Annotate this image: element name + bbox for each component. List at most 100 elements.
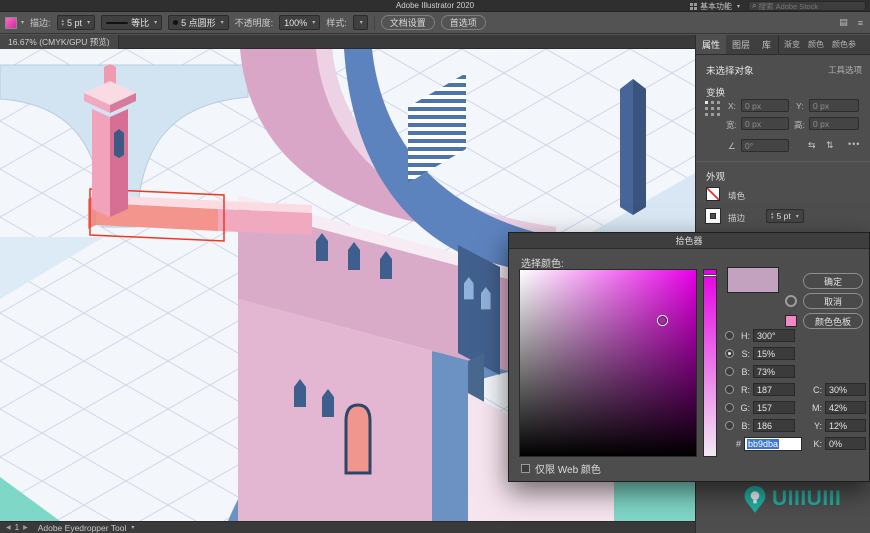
- flip-vertical-icon[interactable]: ⇅: [826, 140, 834, 151]
- web-colors-label: 仅限 Web 颜色: [535, 465, 601, 476]
- brush-dropdown[interactable]: 5 点圆形 ▾: [168, 15, 229, 30]
- tab-libraries[interactable]: 库: [756, 35, 777, 54]
- fill-swatch[interactable]: [706, 187, 720, 201]
- tab-properties[interactable]: 属性: [696, 35, 727, 54]
- r-radio[interactable]: [725, 385, 734, 394]
- color-slider[interactable]: [703, 269, 717, 457]
- width-label: 宽:: [726, 120, 737, 130]
- y-field[interactable]: 12%: [825, 419, 866, 432]
- workspace-switcher[interactable]: 基本功能 ▾: [689, 1, 740, 12]
- web-colors-checkbox-row[interactable]: 仅限 Web 颜色: [521, 461, 601, 476]
- illustrator-window: Adobe Illustrator 2020 基本功能 ▾ ⌕ ▾ 描边: ▴▾…: [0, 0, 870, 533]
- rotate-field[interactable]: 0°: [741, 139, 789, 152]
- tab-layers[interactable]: 图层: [726, 35, 756, 54]
- appearance-thumbnail[interactable]: ▾: [5, 16, 24, 29]
- h-label: H:: [741, 330, 750, 341]
- dialog-title-bar[interactable]: 拾色器: [509, 233, 869, 249]
- next-artboard-icon[interactable]: ▶: [23, 524, 28, 531]
- stroke-swatch-label: 描边: [728, 213, 746, 223]
- menu-icon[interactable]: ≡: [856, 18, 865, 28]
- s-label: S:: [741, 348, 750, 359]
- divider: [778, 35, 780, 54]
- s-field[interactable]: 15%: [753, 347, 795, 360]
- h-field[interactable]: 300°: [753, 329, 795, 342]
- stepper-arrows-icon[interactable]: ▴ ▾: [771, 212, 774, 221]
- ok-button[interactable]: 确定: [803, 273, 863, 289]
- stepper-arrows-icon[interactable]: ▴ ▾: [62, 18, 65, 27]
- flip-horizontal-icon[interactable]: ⇆: [808, 140, 816, 151]
- hex-value: bb9dba: [747, 439, 780, 449]
- stroke-label: 描边:: [30, 18, 51, 28]
- search-icon: ⌕: [752, 1, 757, 10]
- r-field[interactable]: 187: [753, 383, 795, 396]
- status-bar: ◀ 1 ▶ Adobe Eyedropper Tool ▾: [0, 521, 695, 533]
- g-field[interactable]: 157: [753, 401, 795, 414]
- color-field[interactable]: [519, 269, 697, 457]
- b2-field[interactable]: 186: [753, 419, 795, 432]
- stack-icon[interactable]: ▤: [837, 17, 850, 28]
- recent-color-swatch[interactable]: [785, 315, 797, 327]
- chevron-down-icon: ▾: [312, 20, 316, 26]
- k-field[interactable]: 0%: [825, 437, 866, 450]
- transform-section-title: 变换: [706, 88, 726, 99]
- divider: [373, 15, 375, 30]
- hex-field[interactable]: bb9dba: [744, 437, 802, 451]
- color-field-marker[interactable]: [658, 316, 667, 325]
- artboard-nav[interactable]: ◀ 1 ▶: [6, 523, 28, 532]
- b2-radio[interactable]: [725, 421, 734, 430]
- stroke-weight-value: 5 pt: [67, 17, 83, 28]
- stroke-swatch[interactable]: [706, 209, 720, 223]
- title-bar: Adobe Illustrator 2020 基本功能 ▾ ⌕: [0, 0, 870, 12]
- panel-tab-bar: 属性 图层 库 渐变 颜色 颜色参: [696, 35, 870, 55]
- slider-marker[interactable]: [703, 274, 717, 277]
- opacity-field[interactable]: 100% ▾: [279, 15, 321, 30]
- workspace-grid-icon: [689, 2, 697, 10]
- web-colors-checkbox[interactable]: [521, 464, 530, 473]
- divider: [696, 161, 870, 162]
- x-label: X:: [728, 101, 737, 111]
- b-radio[interactable]: [725, 367, 734, 376]
- s-radio[interactable]: [725, 349, 734, 358]
- k-label: K:: [813, 438, 822, 449]
- watermark: UIIIUIII: [742, 484, 841, 514]
- control-bar: ▾ 描边: ▴ ▾ 5 pt ▾ 等比 ▾ 5 点圆形 ▾ 不透明度: 100% …: [0, 12, 870, 34]
- h-radio[interactable]: [725, 331, 734, 340]
- watermark-bulb-icon: [744, 486, 766, 513]
- tool-options-label[interactable]: 工具选项: [828, 64, 862, 76]
- reference-point-locator[interactable]: [705, 101, 721, 117]
- c-field[interactable]: 30%: [825, 383, 866, 396]
- tab-color[interactable]: 颜色: [804, 35, 828, 54]
- more-options-icon[interactable]: •••: [848, 139, 860, 149]
- tab-color-guide[interactable]: 颜色参: [828, 35, 860, 54]
- m-field[interactable]: 42%: [825, 401, 866, 414]
- search-input[interactable]: [758, 1, 862, 11]
- width-field[interactable]: 0 px: [741, 117, 789, 130]
- y-label: Y:: [813, 420, 822, 431]
- preferences-button[interactable]: 首选项: [440, 15, 486, 30]
- x-field[interactable]: 0 px: [741, 99, 789, 112]
- document-tab[interactable]: 16.67% (CMYK/GPU 预览): [0, 34, 119, 49]
- color-swatches-button[interactable]: 颜色色板: [803, 313, 863, 329]
- status-tool-display[interactable]: Adobe Eyedropper Tool ▾: [38, 523, 135, 533]
- document-setup-button[interactable]: 文档设置: [380, 15, 435, 30]
- y-label: Y:: [796, 101, 804, 111]
- tab-gradient[interactable]: 渐变: [780, 35, 804, 54]
- r-label: R:: [741, 384, 750, 395]
- door: [344, 403, 372, 475]
- style-dropdown[interactable]: ▾: [352, 15, 368, 30]
- chevron-down-icon: ▾: [154, 20, 158, 26]
- y-field[interactable]: 0 px: [809, 99, 859, 112]
- brush-dot-icon: [173, 20, 179, 25]
- b-field[interactable]: 73%: [753, 365, 795, 378]
- stroke-weight-field[interactable]: ▴ ▾ 5 pt ▾: [56, 15, 96, 30]
- stock-search[interactable]: ⌕: [748, 1, 866, 11]
- color-wheel-icon[interactable]: [785, 295, 797, 307]
- stroke-weight-stepper[interactable]: ▴ ▾ 5 pt ▾: [766, 209, 804, 223]
- height-field[interactable]: 0 px: [809, 117, 859, 130]
- prev-artboard-icon[interactable]: ◀: [6, 524, 11, 531]
- cancel-button[interactable]: 取消: [803, 293, 863, 309]
- g-label: G:: [740, 402, 750, 413]
- width-profile-dropdown[interactable]: 等比 ▾: [101, 15, 163, 30]
- b2-label: B:: [741, 420, 750, 431]
- g-radio[interactable]: [725, 403, 734, 412]
